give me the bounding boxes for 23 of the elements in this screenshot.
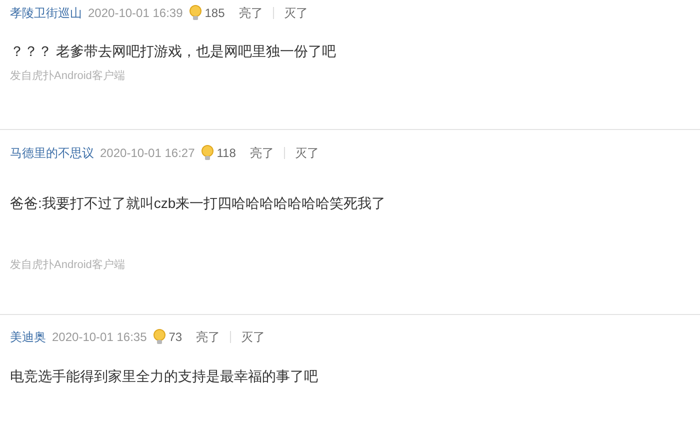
comment-text: 爸爸:我要打不过了就叫czb来一打四哈哈哈哈哈哈哈笑死我了 [10, 194, 387, 213]
source-label: 发自虎扑Android客户端 [10, 69, 126, 83]
comment-text: ？？？ 老爹带去网吧打游戏，也是网吧里独一份了吧 [10, 42, 337, 61]
light-link[interactable]: 亮了 [238, 4, 263, 22]
comment-time: 2020-10-01 16:39 [88, 5, 183, 22]
like-count: 73 [168, 329, 182, 346]
comment-time: 2020-10-01 16:27 [100, 145, 195, 162]
lightbulb-icon [188, 5, 202, 21]
lightbulb-icon [152, 329, 166, 345]
username-link[interactable]: 马德里的不思议 [10, 144, 94, 162]
username-link[interactable]: 孝陵卫街巡山 [10, 4, 82, 22]
comment-text: 电竞选手能得到家里全力的支持是最幸福的事了吧 [10, 367, 319, 386]
source-label: 发自虎扑Android客户端 [10, 258, 126, 272]
dark-link[interactable]: 灭了 [241, 328, 266, 346]
lightbulb-icon [200, 145, 214, 161]
light-link[interactable]: 亮了 [250, 144, 274, 162]
dark-link[interactable]: 灭了 [294, 144, 319, 162]
like-count: 118 [216, 145, 236, 162]
dark-link[interactable]: 灭了 [284, 4, 308, 22]
username-link[interactable]: 美迪奥 [10, 328, 46, 346]
light-link[interactable]: 亮了 [196, 328, 220, 346]
like-count: 185 [204, 5, 225, 22]
comment-time: 2020-10-01 16:35 [52, 329, 147, 346]
